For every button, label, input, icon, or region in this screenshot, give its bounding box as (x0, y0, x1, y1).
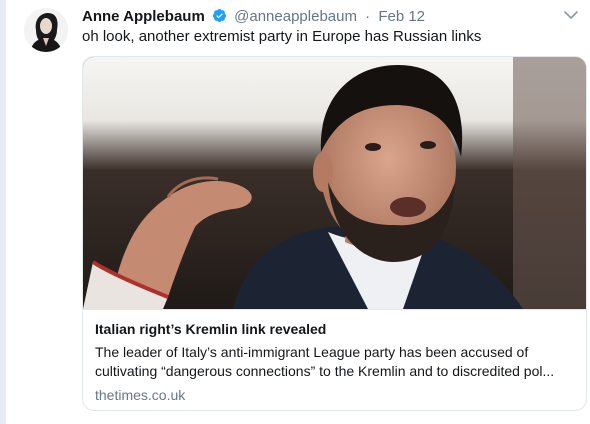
verified-badge-icon (212, 8, 227, 23)
card-image[interactable] (83, 57, 586, 309)
chevron-down-icon[interactable] (564, 10, 578, 20)
tweet-header: Anne Applebaum @anneapplebaum · Feb 12 (82, 8, 560, 26)
avatar[interactable] (24, 8, 68, 52)
card-title[interactable]: Italian right’s Kremlin link revealed (95, 320, 576, 338)
tweet-date[interactable]: Feb 12 (378, 8, 425, 25)
card-description: The leader of Italy’s anti-immigrant Lea… (95, 344, 555, 379)
tweet[interactable]: Anne Applebaum @anneapplebaum · Feb 12 o… (6, 0, 590, 424)
link-card[interactable]: Italian right’s Kremlin link revealed Th… (82, 56, 587, 411)
author-handle[interactable]: @anneapplebaum (234, 8, 357, 25)
separator-dot: · (365, 8, 371, 25)
tweet-text: oh look, another extremist party in Euro… (82, 28, 482, 45)
card-body[interactable]: Italian right’s Kremlin link revealed Th… (83, 309, 586, 410)
card-domain[interactable]: thetimes.co.uk (95, 386, 576, 404)
author-name[interactable]: Anne Applebaum (82, 8, 205, 25)
